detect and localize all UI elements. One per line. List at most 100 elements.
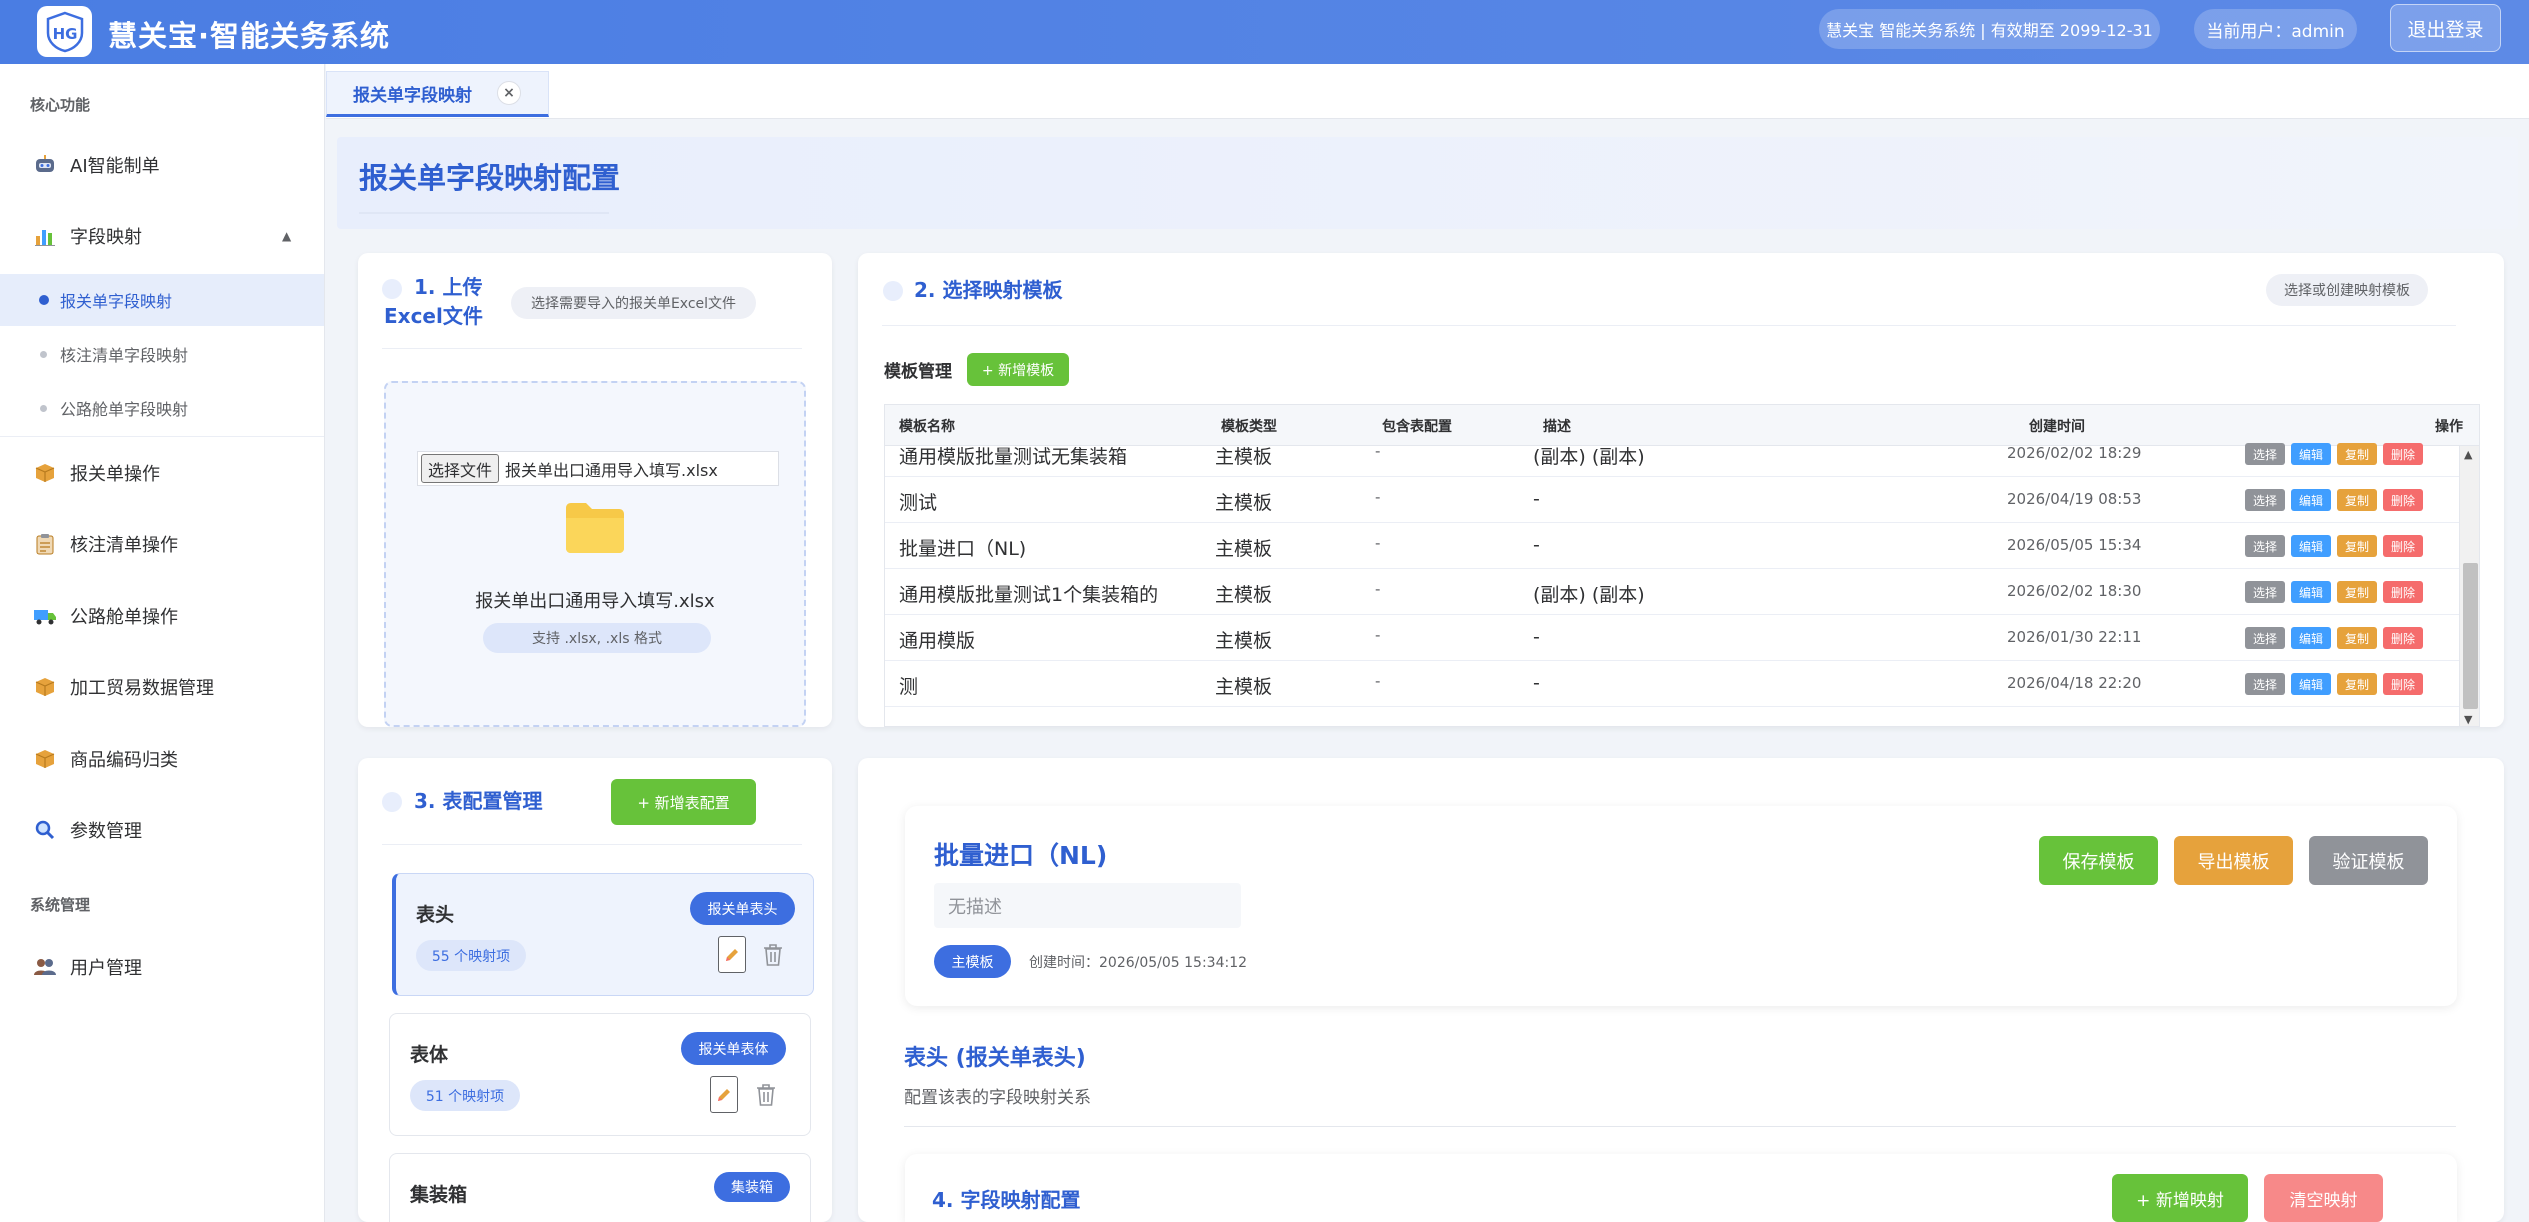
table-row[interactable]: 通用模版批量测试1个集装箱的 主模板 - (副本) (副本) 2026/02/02 18… bbox=[885, 569, 2459, 615]
edit-button[interactable]: 编辑 bbox=[2291, 627, 2331, 649]
close-icon[interactable]: × bbox=[497, 81, 521, 105]
table-row[interactable]: 通用模版 主模板 - - 2026/01/30 22:11 选择 编辑 复制 删除 bbox=[885, 615, 2459, 661]
template-title: 2. 选择映射模板 bbox=[914, 278, 1063, 302]
created-time-cell: 2026/02/02 18:30 bbox=[2007, 582, 2142, 600]
select-button[interactable]: 选择 bbox=[2245, 443, 2285, 465]
template-name-cell: 批量进口（NL) bbox=[899, 538, 1027, 560]
delete-button[interactable]: 删除 bbox=[2383, 535, 2423, 557]
tab-customs-mapping[interactable]: 报关单字段映射 × bbox=[326, 71, 549, 117]
supported-formats: 支持 .xlsx, .xls 格式 bbox=[483, 623, 711, 653]
template-desc-cell: (副本) (副本) bbox=[1533, 584, 1645, 606]
sidebar-subitem-verification-mapping[interactable]: 核注清单字段映射 bbox=[0, 328, 324, 380]
table-config-tag: 集装箱 bbox=[714, 1172, 790, 1202]
edit-button[interactable]: 编辑 bbox=[2291, 443, 2331, 465]
section-title: 表头 (报关单表头) bbox=[904, 1046, 1086, 1071]
step-dot-icon bbox=[883, 281, 903, 301]
delete-button[interactable]: 删除 bbox=[2383, 627, 2423, 649]
sidebar-subitem-customs-mapping[interactable]: 报关单字段映射 bbox=[0, 274, 324, 326]
sidebar-item-user-mgmt[interactable]: 用户管理 bbox=[0, 942, 324, 992]
template-hint: 选择或创建映射模板 bbox=[2266, 274, 2428, 306]
sidebar-item-road-manifest-ops[interactable]: 公路舱单操作 bbox=[0, 591, 324, 641]
section-description: 配置该表的字段映射关系 bbox=[904, 1088, 1091, 1108]
trash-icon[interactable] bbox=[756, 1083, 776, 1107]
table-config-item[interactable]: 集装箱 集装箱 bbox=[389, 1153, 811, 1222]
edit-button[interactable]: 编辑 bbox=[2291, 535, 2331, 557]
delete-button[interactable]: 删除 bbox=[2383, 443, 2423, 465]
upload-title: 1. 上传Excel文件 bbox=[384, 275, 483, 328]
edit-button[interactable]: 编辑 bbox=[2291, 673, 2331, 695]
sidebar-item-field-mapping[interactable]: 字段映射 ▲ bbox=[0, 211, 324, 261]
page-title-bar: 报关单字段映射配置 bbox=[337, 137, 2518, 229]
copy-button[interactable]: 复制 bbox=[2337, 443, 2377, 465]
validate-template-button[interactable]: 验证模板 bbox=[2309, 836, 2428, 885]
choose-file-button[interactable]: 选择文件 bbox=[421, 454, 500, 483]
trash-icon[interactable] bbox=[763, 943, 783, 967]
copy-button[interactable]: 复制 bbox=[2337, 673, 2377, 695]
copy-button[interactable]: 复制 bbox=[2337, 489, 2377, 511]
table-row[interactable]: 测 主模板 - - 2026/04/18 22:20 选择 编辑 复制 删除 bbox=[885, 661, 2459, 707]
sidebar-item-hs-code[interactable]: 商品编码归类 bbox=[0, 734, 324, 784]
sidebar-item-params[interactable]: 参数管理 bbox=[0, 805, 324, 855]
template-type-cell: 主模板 bbox=[1215, 492, 1273, 514]
save-template-button[interactable]: 保存模板 bbox=[2039, 836, 2158, 885]
file-input[interactable]: 选择文件 报关单出口通用导入填写.xlsx bbox=[417, 451, 779, 486]
logout-button[interactable]: 退出登录 bbox=[2390, 4, 2501, 52]
sidebar-item-label: 公路舱单操作 bbox=[70, 607, 178, 628]
table-config-name: 表头 bbox=[416, 904, 455, 926]
template-description[interactable]: 无描述 bbox=[934, 883, 1241, 928]
sidebar-item-processing-trade[interactable]: 加工贸易数据管理 bbox=[0, 662, 324, 712]
sidebar-item-ai[interactable]: AI智能制单 bbox=[0, 140, 324, 190]
template-desc-cell: - bbox=[1533, 626, 1540, 648]
app-title: 慧关宝·智能关务系统 bbox=[108, 19, 391, 53]
sidebar-item-verification-ops[interactable]: 核注清单操作 bbox=[0, 519, 324, 569]
created-time-cell: 2026/05/05 15:34 bbox=[2007, 536, 2142, 554]
table-scrollbar[interactable]: ▲ ▼ bbox=[2459, 446, 2479, 726]
divider bbox=[382, 348, 802, 349]
delete-button[interactable]: 删除 bbox=[2383, 489, 2423, 511]
add-template-button[interactable]: + 新增模板 bbox=[967, 353, 1069, 386]
package-icon bbox=[33, 675, 57, 699]
delete-button[interactable]: 删除 bbox=[2383, 581, 2423, 603]
sidebar-subitem-road-manifest-mapping[interactable]: 公路舱单字段映射 bbox=[0, 382, 324, 434]
edit-button[interactable]: 编辑 bbox=[2291, 581, 2331, 603]
current-user: 当前用户：admin bbox=[2194, 9, 2357, 49]
select-button[interactable]: 选择 bbox=[2245, 627, 2285, 649]
mapping-count: 51 个映射项 bbox=[410, 1080, 520, 1111]
add-table-config-button[interactable]: + 新增表配置 bbox=[611, 779, 756, 825]
select-button[interactable]: 选择 bbox=[2245, 673, 2285, 695]
template-desc-cell: - bbox=[1533, 672, 1540, 694]
select-button[interactable]: 选择 bbox=[2245, 489, 2285, 511]
table-row[interactable]: 测试 主模板 - - 2026/04/19 08:53 选择 编辑 复制 删除 bbox=[885, 477, 2459, 523]
pencil-icon[interactable] bbox=[718, 936, 746, 973]
sidebar-item-label: 用户管理 bbox=[70, 958, 142, 979]
add-mapping-button[interactable]: + 新增映射 bbox=[2112, 1174, 2248, 1222]
table-row[interactable]: 批量进口（NL) 主模板 - - 2026/05/05 15:34 选择 编辑 复制 删除 bbox=[885, 523, 2459, 569]
copy-button[interactable]: 复制 bbox=[2337, 535, 2377, 557]
edit-button[interactable]: 编辑 bbox=[2291, 489, 2331, 511]
table-row[interactable]: 通用模版批量测试无集装箱 主模板 - (副本) (副本) 2026/02/02 18:2… bbox=[885, 431, 2459, 477]
copy-button[interactable]: 复制 bbox=[2337, 627, 2377, 649]
table-config-item[interactable]: 表体 报关单表体 51 个映射项 bbox=[389, 1013, 811, 1136]
upload-dropzone[interactable]: 选择文件 报关单出口通用导入填写.xlsx 报关单出口通用导入填写.xlsx 支… bbox=[384, 381, 806, 727]
upload-hint: 选择需要导入的报关单Excel文件 bbox=[511, 287, 756, 319]
table-config-name: 表体 bbox=[410, 1044, 449, 1066]
copy-button[interactable]: 复制 bbox=[2337, 581, 2377, 603]
scroll-up-icon[interactable]: ▲ bbox=[2464, 448, 2472, 461]
scrollbar-thumb[interactable] bbox=[2463, 563, 2478, 709]
template-type-cell: 主模板 bbox=[1215, 630, 1273, 652]
sidebar-item-label: AI智能制单 bbox=[70, 156, 160, 177]
select-button[interactable]: 选择 bbox=[2245, 535, 2285, 557]
template-name: 批量进口（NL) bbox=[934, 841, 1108, 870]
clear-mapping-button[interactable]: 清空映射 bbox=[2264, 1174, 2383, 1222]
sidebar: 核心功能 AI智能制单 字段映射 ▲ 报关单字段映射 核注清单字段映射 公路舱单… bbox=[0, 64, 325, 1222]
sidebar-item-customs-ops[interactable]: 报关单操作 bbox=[0, 448, 324, 498]
truck-icon bbox=[33, 604, 57, 628]
scroll-down-icon[interactable]: ▼ bbox=[2464, 713, 2472, 726]
created-time-cell: 2026/02/02 18:29 bbox=[2007, 444, 2142, 462]
select-button[interactable]: 选择 bbox=[2245, 581, 2285, 603]
svg-text:HG: HG bbox=[52, 25, 77, 43]
delete-button[interactable]: 删除 bbox=[2383, 673, 2423, 695]
table-config-item[interactable]: 表头 报关单表头 55 个映射项 bbox=[392, 873, 814, 996]
export-template-button[interactable]: 导出模板 bbox=[2174, 836, 2293, 885]
pencil-icon[interactable] bbox=[710, 1076, 738, 1113]
